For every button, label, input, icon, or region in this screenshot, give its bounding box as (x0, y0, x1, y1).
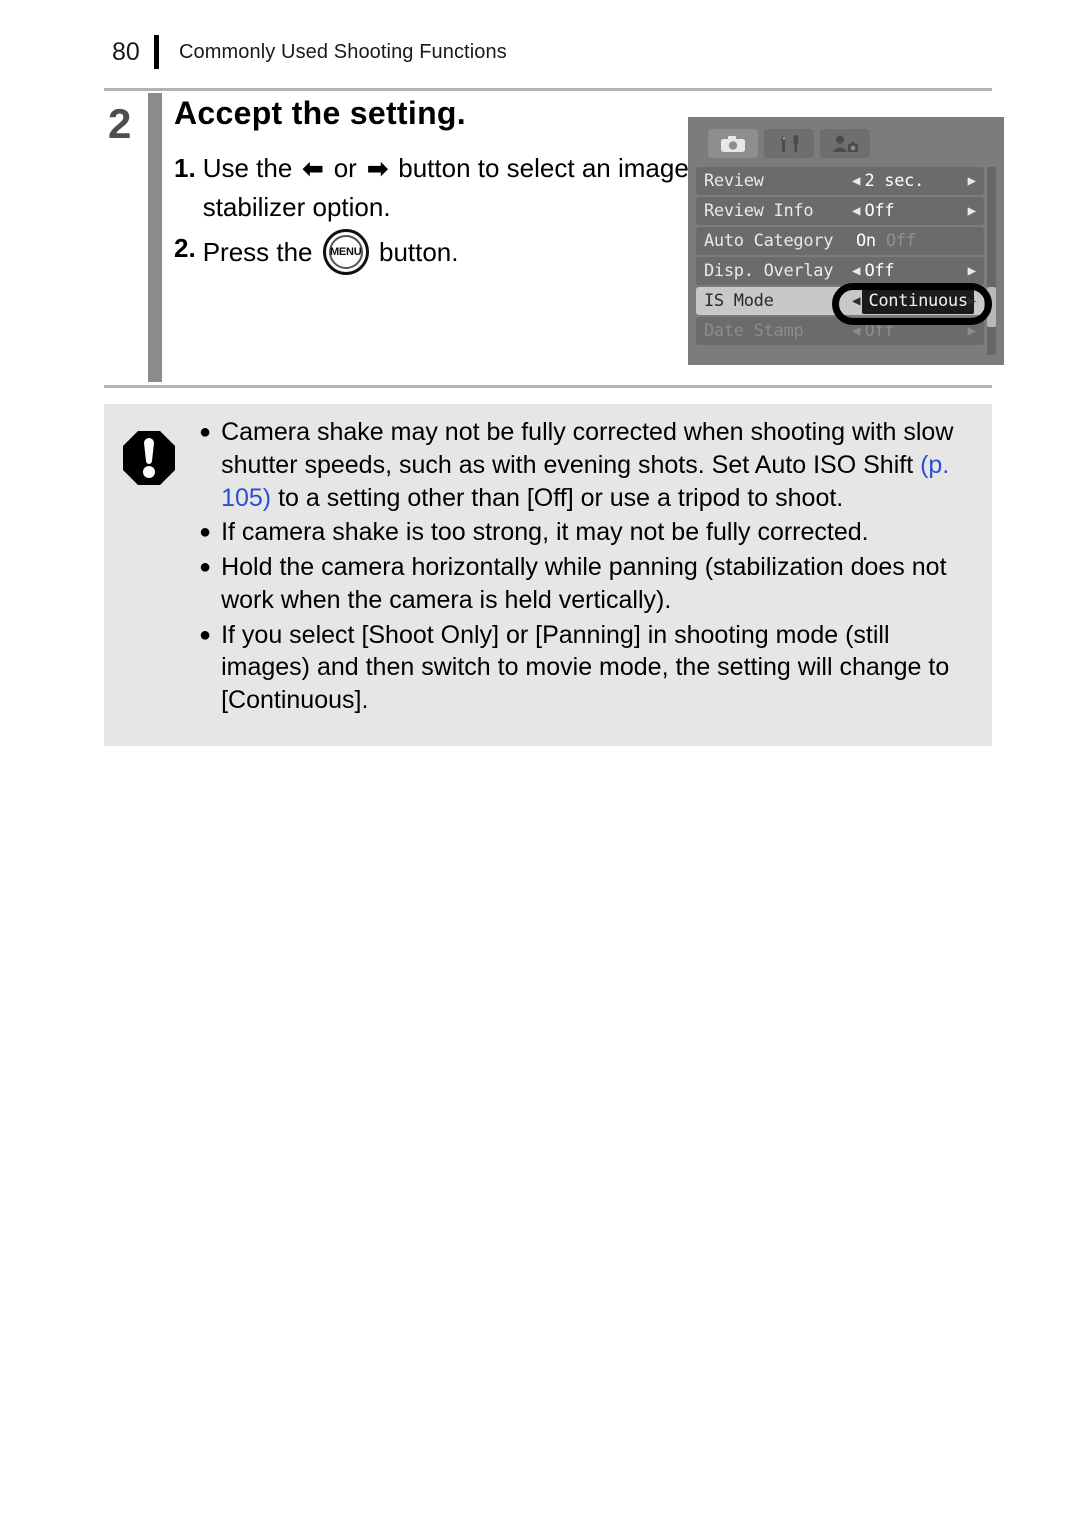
caution-item-2-text: If camera shake is too strong, it may no… (221, 518, 869, 547)
lcd-row-disp-overlay-value-wrap: ◀ Off ▶ (852, 257, 984, 285)
substep-1-text-before: Use the (202, 153, 293, 184)
arrow-right-icon: ➡ (367, 155, 389, 184)
caret-right-icon[interactable]: ▶ (968, 174, 976, 188)
bullet-icon: ● (199, 521, 212, 544)
lcd-row-review-info-label: Review Info (704, 201, 814, 221)
lcd-row-review-value: 2 sec. (864, 171, 925, 191)
substep-2-text-before: Press the (202, 236, 313, 267)
caret-left-icon[interactable]: ◀ (852, 204, 860, 218)
lcd-row-review-label: Review (704, 171, 764, 191)
arrow-left-icon: ⬅ (302, 155, 324, 184)
lcd-row-review-info-value: Off (864, 201, 895, 221)
header-divider (154, 35, 159, 69)
bullet-icon: ● (199, 623, 212, 646)
section-rule-top (104, 88, 992, 91)
step-vertical-bar (148, 93, 162, 382)
caret-right-icon[interactable]: ▶ (968, 294, 976, 308)
lcd-row-review-value-wrap: ◀ 2 sec. ▶ (852, 167, 984, 195)
caret-left-icon[interactable]: ◀ (852, 264, 860, 278)
step-title: Accept the setting. (174, 95, 466, 131)
lcd-row-is-mode-value-wrap: ◀ Continuous ▶ (852, 287, 984, 315)
caution-item-3-text: Hold the camera horizontally while panni… (221, 553, 947, 614)
lcd-row-review[interactable]: Review ◀ 2 sec. ▶ (696, 167, 984, 195)
page-header: 80 Commonly Used Shooting Functions (112, 32, 992, 72)
substep-1-text: Use the ⬅ or ➡ button to select an image… (203, 149, 754, 226)
menu-button-label: MENU (329, 245, 362, 258)
lcd-scrollbar[interactable] (987, 167, 996, 355)
lcd-tab-camera[interactable] (708, 129, 758, 158)
substep-2-text: Press the MENU button. (202, 228, 754, 275)
lcd-row-review-info-value-wrap: ◀ Off ▶ (852, 197, 984, 225)
lcd-scrollbar-thumb[interactable] (987, 287, 996, 327)
lcd-row-auto-category-value-off[interactable]: Off (876, 231, 916, 251)
lcd-row-review-info[interactable]: Review Info ◀ Off ▶ (696, 197, 984, 225)
lcd-row-auto-category-value-wrap: On Off (852, 227, 984, 255)
caution-item-4-text: If you select [Shoot Only] or [Panning] … (221, 620, 950, 715)
caution-item-3: ● Hold the camera horizontally while pan… (199, 551, 981, 617)
lcd-row-date-stamp-label: Date Stamp (704, 321, 804, 341)
lcd-row-auto-category-value-on[interactable]: On (852, 231, 876, 251)
caution-item-1: ● Camera shake may not be fully correcte… (199, 416, 981, 514)
lcd-row-is-mode-value: Continuous (862, 288, 974, 314)
caret-left-icon[interactable]: ◀ (852, 174, 860, 188)
caret-right-icon[interactable]: ▶ (968, 264, 976, 278)
caution-item-1-text-after: to a setting other than [Off] or use a t… (271, 483, 844, 512)
caution-item-4: ● If you select [Shoot Only] or [Panning… (199, 619, 981, 717)
substep-1-number: 1. (174, 153, 196, 184)
lcd-row-disp-overlay[interactable]: Disp. Overlay ◀ Off ▶ (696, 257, 984, 285)
menu-button-icon: MENU (322, 228, 369, 275)
lcd-tab-tools[interactable] (764, 129, 814, 158)
lcd-row-is-mode[interactable]: IS Mode ◀ Continuous ▶ (696, 287, 984, 315)
lcd-row-date-stamp[interactable]: Date Stamp ◀ Off ▶ (696, 317, 984, 345)
lcd-row-disp-overlay-label: Disp. Overlay (704, 261, 834, 281)
substep-2-number: 2. (174, 232, 196, 263)
caret-right-icon[interactable]: ▶ (968, 204, 976, 218)
lcd-row-auto-category[interactable]: Auto Category On Off (696, 227, 984, 255)
lcd-row-auto-category-label: Auto Category (704, 231, 834, 251)
caret-left-icon[interactable]: ◀ (852, 294, 860, 308)
lcd-row-date-stamp-value: Off (864, 321, 895, 341)
step-number: 2 (108, 100, 132, 147)
section-rule-bottom (104, 385, 992, 388)
lcd-row-is-mode-label: IS Mode (704, 291, 774, 311)
substep-1-between: or (333, 153, 357, 184)
lcd-tab-my-camera[interactable] (820, 129, 870, 158)
substep-2-text-after: button. (378, 236, 459, 267)
camera-lcd-screenshot: Review ◀ 2 sec. ▶ Review Info ◀ Off ▶ Au… (688, 117, 1004, 365)
caution-box: ● Camera shake may not be fully correcte… (104, 404, 992, 746)
caution-item-2: ● If camera shake is too strong, it may … (199, 516, 981, 549)
lcd-row-disp-overlay-value: Off (864, 261, 895, 281)
camera-icon (721, 135, 745, 152)
lcd-menu-list: Review ◀ 2 sec. ▶ Review Info ◀ Off ▶ Au… (696, 167, 984, 347)
caution-item-1-text: Camera shake may not be fully corrected … (221, 416, 981, 514)
lcd-row-date-stamp-value-wrap: ◀ Off ▶ (852, 317, 984, 345)
caution-list: ● Camera shake may not be fully correcte… (199, 416, 981, 719)
wrench-screwdriver-icon (781, 135, 799, 152)
substep-1: 1. Use the ⬅ or ➡ button to select an im… (174, 149, 754, 226)
caret-left-icon[interactable]: ◀ (852, 324, 860, 338)
substep-2: 2. Press the MENU button. (174, 228, 754, 275)
exclamation-octagon-icon (122, 430, 176, 486)
bullet-icon: ● (199, 556, 212, 578)
lcd-tab-bar (708, 129, 870, 158)
bullet-icon: ● (199, 421, 212, 443)
step-body: Accept the setting. 1. Use the ⬅ or ➡ bu… (174, 95, 754, 277)
page-title: Commonly Used Shooting Functions (179, 40, 507, 63)
caret-right-icon[interactable]: ▶ (968, 324, 976, 338)
caution-item-1-text-before: Camera shake may not be fully corrected … (221, 418, 954, 479)
page-number: 80 (112, 37, 140, 66)
person-camera-icon (833, 135, 858, 152)
